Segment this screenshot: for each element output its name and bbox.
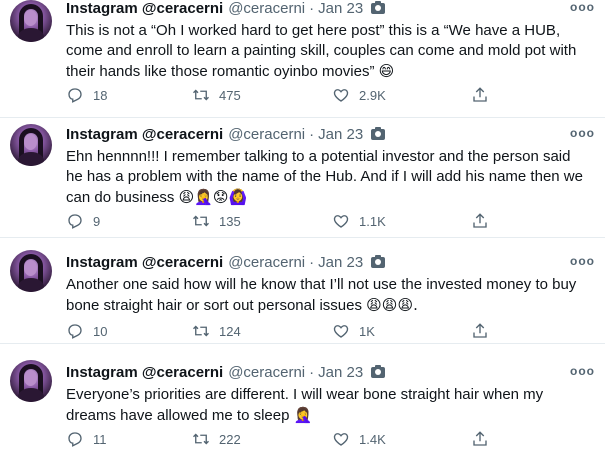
more-icon[interactable]: ooo (570, 364, 595, 378)
reply-count: 9 (93, 213, 101, 229)
tweet-3[interactable]: Instagram @ceracerni @ceracerni · Jan 23… (0, 238, 605, 344)
avatar[interactable] (10, 360, 52, 402)
tweet-header: Instagram @ceracerni @ceracerni · Jan 23 (66, 252, 583, 272)
avatar[interactable] (10, 250, 52, 292)
reply-count: 10 (93, 323, 108, 339)
separator: · (309, 363, 315, 381)
like-button[interactable]: 1.4K (332, 430, 386, 448)
separator: · (309, 253, 315, 271)
tweet-header: Instagram @ceracerni @ceracerni · Jan 23 (66, 362, 583, 382)
tweet-actions: 18 475 2.9K (66, 86, 489, 106)
like-button[interactable]: 2.9K (332, 86, 386, 104)
share-button[interactable] (471, 86, 489, 104)
reply-icon (68, 214, 82, 229)
reply-icon (68, 88, 82, 103)
heart-icon (333, 433, 349, 446)
share-icon (473, 431, 487, 446)
more-icon[interactable]: ooo (570, 126, 595, 140)
retweet-icon (193, 433, 209, 445)
reply-count: 18 (93, 87, 108, 103)
tweet-body: Another one said how will he know that I… (66, 276, 577, 314)
camera-icon (371, 364, 386, 378)
tweet-actions: 10 124 1K (66, 322, 489, 342)
retweet-count: 475 (219, 87, 241, 103)
tweet-text: Ehn hennnn!!! I remember talking to a po… (66, 147, 583, 208)
tweet-actions: 9 135 1.1K (66, 212, 489, 232)
retweet-icon (193, 215, 209, 227)
reply-button[interactable]: 18 (66, 86, 107, 104)
tweet-header: Instagram @ceracerni @ceracerni · Jan 23 (66, 124, 583, 144)
handle[interactable]: @ceracerni (228, 364, 305, 381)
handle[interactable]: @ceracerni (228, 0, 305, 17)
like-button[interactable]: 1.1K (332, 212, 386, 230)
timestamp[interactable]: Jan 23 (318, 0, 363, 17)
share-icon (473, 323, 487, 338)
retweet-icon (193, 89, 209, 101)
retweet-button[interactable]: 124 (192, 322, 241, 340)
heart-icon (333, 89, 349, 102)
like-count: 2.9K (359, 87, 386, 103)
share-button[interactable] (471, 430, 489, 448)
emoji: 😩🤦‍♀️😟🙆‍♀️ (178, 188, 248, 206)
heart-icon (333, 215, 349, 228)
tweet-header: Instagram @ceracerni @ceracerni · Jan 23 (66, 0, 583, 18)
display-name[interactable]: Instagram @ceracerni (66, 364, 223, 381)
avatar[interactable] (10, 124, 52, 166)
tweet-body: This is not a “Oh I worked hard to get h… (66, 22, 577, 80)
timestamp[interactable]: Jan 23 (318, 254, 363, 271)
share-icon (473, 213, 487, 228)
like-count: 1K (359, 323, 375, 339)
emoji: 😄 (378, 62, 395, 80)
tweet-actions: 11 222 1.4K (66, 430, 489, 450)
handle[interactable]: @ceracerni (228, 126, 305, 143)
more-icon[interactable]: ooo (570, 254, 595, 268)
like-count: 1.1K (359, 213, 386, 229)
separator: · (309, 0, 315, 17)
camera-icon (371, 126, 386, 140)
heart-icon (333, 325, 349, 338)
reply-button[interactable]: 9 (66, 212, 100, 230)
emoji: 🤦‍♀️ (293, 406, 313, 424)
retweet-count: 124 (219, 323, 241, 339)
camera-icon (371, 254, 386, 268)
separator: · (309, 125, 315, 143)
emoji: 😩😩😩. (366, 296, 418, 314)
display-name[interactable]: Instagram @ceracerni (66, 0, 223, 17)
tweet-text: Another one said how will he know that I… (66, 275, 583, 316)
reply-button[interactable]: 11 (66, 430, 107, 448)
retweet-button[interactable]: 135 (192, 212, 241, 230)
handle[interactable]: @ceracerni (228, 254, 305, 271)
display-name[interactable]: Instagram @ceracerni (66, 254, 223, 271)
tweet-4[interactable]: Instagram @ceracerni @ceracerni · Jan 23… (0, 344, 605, 454)
retweet-count: 222 (219, 431, 241, 447)
more-icon[interactable]: ooo (570, 0, 595, 14)
share-button[interactable] (471, 212, 489, 230)
timestamp[interactable]: Jan 23 (318, 364, 363, 381)
retweet-button[interactable]: 222 (192, 430, 241, 448)
tweet-feed: Instagram @ceracerni @ceracerni · Jan 23… (0, 0, 605, 454)
avatar[interactable] (10, 0, 52, 42)
reply-icon (68, 432, 82, 447)
like-count: 1.4K (359, 431, 386, 447)
reply-icon (68, 324, 82, 339)
display-name[interactable]: Instagram @ceracerni (66, 126, 223, 143)
tweet-text: This is not a “Oh I worked hard to get h… (66, 21, 583, 82)
share-icon (473, 87, 487, 102)
share-button[interactable] (471, 322, 489, 340)
reply-button[interactable]: 10 (66, 322, 107, 340)
reply-count: 11 (93, 431, 107, 447)
timestamp[interactable]: Jan 23 (318, 126, 363, 143)
tweet-text: Everyone’s priorities are different. I w… (66, 385, 583, 426)
tweet-1[interactable]: Instagram @ceracerni @ceracerni · Jan 23… (0, 0, 605, 118)
retweet-icon (193, 325, 209, 337)
like-button[interactable]: 1K (332, 322, 375, 340)
retweet-count: 135 (219, 213, 241, 229)
tweet-body: Ehn hennnn!!! I remember talking to a po… (66, 148, 583, 206)
tweet-2[interactable]: Instagram @ceracerni @ceracerni · Jan 23… (0, 118, 605, 238)
camera-icon (371, 0, 386, 14)
retweet-button[interactable]: 475 (192, 86, 241, 104)
